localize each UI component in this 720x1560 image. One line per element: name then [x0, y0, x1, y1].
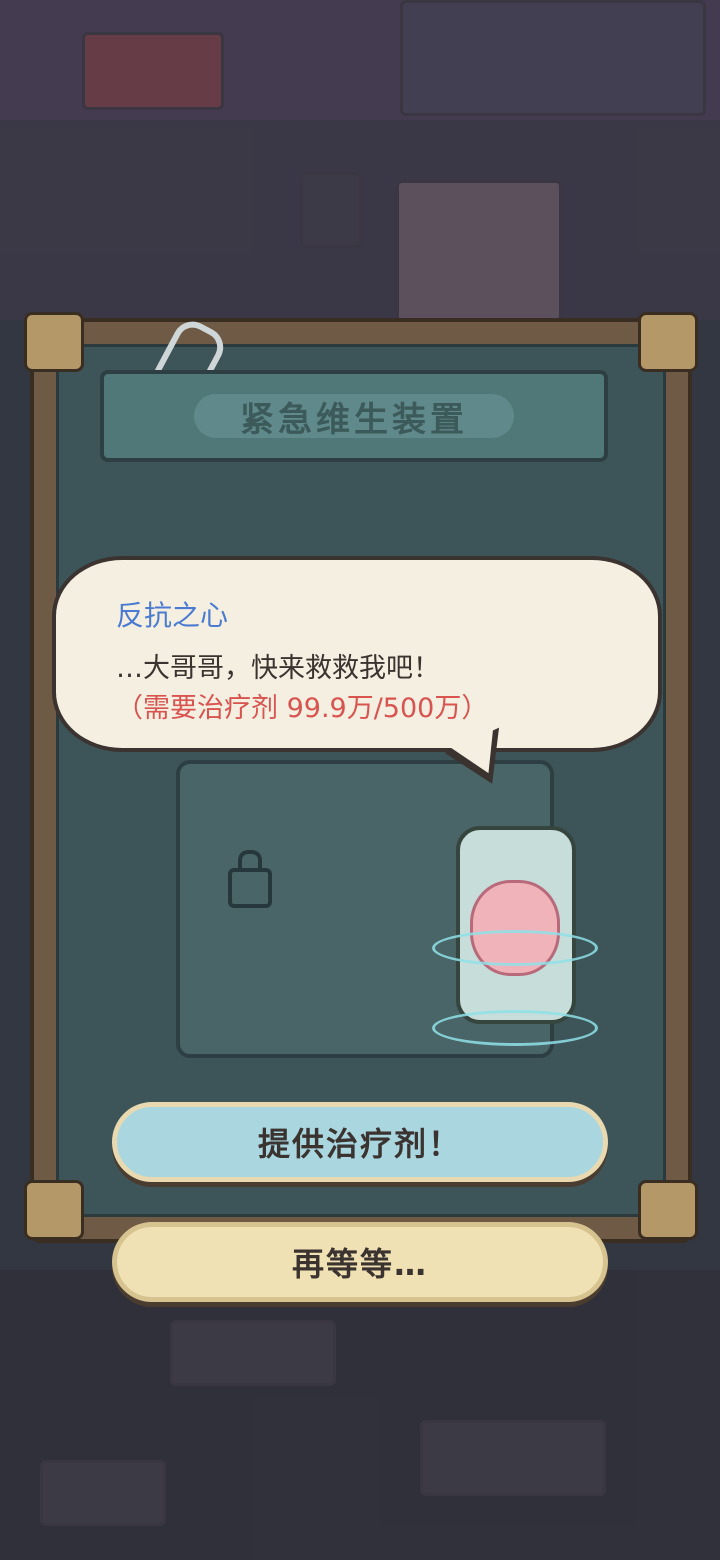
- panel-corner: [24, 312, 84, 372]
- dialog-title-bar: 紧急维生装置: [100, 370, 608, 462]
- provide-medicine-label: 提供治疗剂！: [257, 1125, 462, 1163]
- wait-button[interactable]: 再等等…: [112, 1222, 608, 1302]
- wait-label: 再等等…: [291, 1245, 428, 1283]
- speaker-name: 反抗之心: [116, 599, 229, 632]
- requirement-text: （需要治疗剂 99.9万/500万）: [116, 693, 489, 724]
- panel-corner: [638, 1180, 698, 1240]
- hologram-ring: [432, 930, 598, 966]
- panel-corner: [24, 1180, 84, 1240]
- panel-corner: [638, 312, 698, 372]
- provide-medicine-button[interactable]: 提供治疗剂！: [112, 1102, 608, 1182]
- hologram-ring: [432, 1010, 598, 1046]
- dialog-message: …大哥哥，快来救救我吧！: [116, 653, 440, 684]
- dialog-title: 紧急维生装置: [240, 399, 468, 440]
- lock-icon: [228, 850, 272, 908]
